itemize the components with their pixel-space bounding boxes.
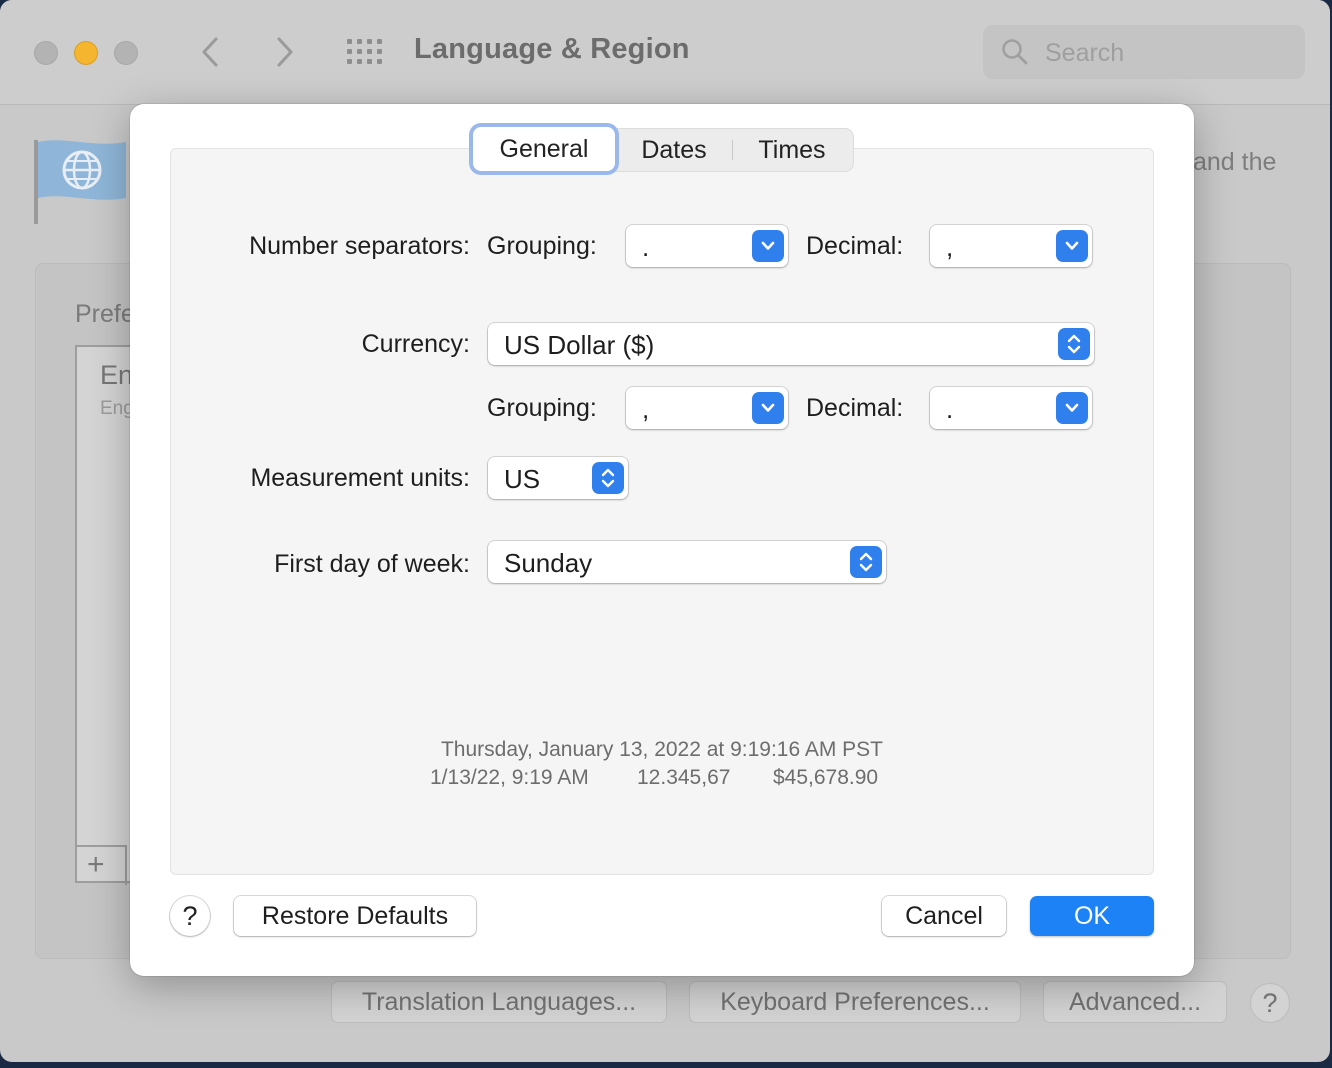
search-icon: [1002, 39, 1028, 65]
show-all-button[interactable]: [346, 38, 384, 66]
chevron-up-down-icon: [592, 462, 624, 494]
first-day-label: First day of week:: [274, 550, 470, 578]
chevron-down-icon: [752, 230, 784, 262]
preview-long-date: Thursday, January 13, 2022 at 9:19:16 AM…: [440, 738, 884, 761]
currency-decimal-value: .: [946, 394, 954, 424]
currency-grouping-label: Grouping:: [487, 394, 597, 422]
currency-decimal-popup[interactable]: .: [930, 387, 1092, 429]
number-decimal-label: Decimal:: [806, 232, 904, 260]
preview-short-date: 1/13/22, 9:19 AM: [430, 766, 589, 789]
globe-flag-icon: [34, 140, 126, 224]
zoom-window-button[interactable]: [114, 41, 138, 65]
chevron-right-icon: [277, 37, 293, 67]
language-item-title[interactable]: En: [100, 360, 133, 391]
number-grouping-label: Grouping:: [487, 232, 597, 260]
forward-button[interactable]: [268, 34, 302, 70]
measurement-units-popup[interactable]: US: [488, 457, 628, 499]
ok-button[interactable]: OK: [1030, 896, 1154, 936]
search-field[interactable]: Search: [983, 25, 1305, 79]
tab-general[interactable]: General: [473, 127, 615, 171]
tab-times[interactable]: Times: [737, 129, 847, 171]
chevron-left-icon: [202, 37, 218, 67]
number-decimal-popup[interactable]: ,: [930, 225, 1092, 267]
window-help-button[interactable]: ?: [1250, 983, 1290, 1023]
chevron-up-down-icon: [1058, 328, 1090, 360]
language-item-subtitle: Eng: [100, 398, 134, 419]
pane-description: and the: [1193, 148, 1277, 176]
measurement-units-value: US: [504, 464, 541, 494]
number-separators-label: Number separators:: [249, 232, 470, 260]
close-window-button[interactable]: [34, 41, 58, 65]
search-placeholder: Search: [1045, 39, 1125, 67]
chevron-down-icon: [1056, 392, 1088, 424]
title-bar: Language & Region Search: [0, 0, 1330, 105]
tab-dates[interactable]: Dates: [619, 129, 729, 171]
restore-defaults-button[interactable]: Restore Defaults: [234, 896, 476, 936]
preview-currency: $45,678.90: [773, 766, 879, 789]
currency-decimal-label: Decimal:: [806, 394, 904, 422]
chevron-down-icon: [752, 392, 784, 424]
tab-divider: [732, 140, 733, 160]
window-title: Language & Region: [414, 33, 690, 65]
currency-popup[interactable]: US Dollar ($): [488, 323, 1094, 365]
number-grouping-popup[interactable]: .: [626, 225, 788, 267]
currency-value: US Dollar ($): [504, 330, 655, 360]
currency-grouping-value: ,: [642, 394, 650, 424]
back-button[interactable]: [193, 34, 227, 70]
measurement-units-label: Measurement units:: [250, 464, 470, 492]
first-day-value: Sunday: [504, 548, 593, 578]
number-grouping-value: .: [642, 232, 650, 262]
chevron-down-icon: [1056, 230, 1088, 262]
currency-grouping-popup[interactable]: ,: [626, 387, 788, 429]
number-decimal-value: ,: [946, 232, 954, 262]
translation-languages-button[interactable]: Translation Languages...: [331, 981, 667, 1023]
grid-icon: [347, 39, 382, 64]
first-day-popup[interactable]: Sunday: [488, 541, 886, 583]
add-language-button[interactable]: +: [87, 848, 105, 882]
chevron-up-down-icon: [850, 546, 882, 578]
advanced-button[interactable]: Advanced...: [1043, 981, 1227, 1023]
preview-number: 12.345,67: [637, 766, 731, 789]
advanced-general-sheet: General Dates Times Number separators: G…: [130, 104, 1194, 976]
keyboard-preferences-button[interactable]: Keyboard Preferences...: [689, 981, 1021, 1023]
preferred-languages-label: Prefe: [75, 300, 135, 328]
currency-label: Currency:: [361, 330, 470, 358]
help-button[interactable]: ?: [170, 896, 210, 936]
cancel-button[interactable]: Cancel: [882, 896, 1006, 936]
minimize-window-button[interactable]: [74, 41, 98, 65]
tab-bar: General Dates Times: [470, 127, 854, 172]
